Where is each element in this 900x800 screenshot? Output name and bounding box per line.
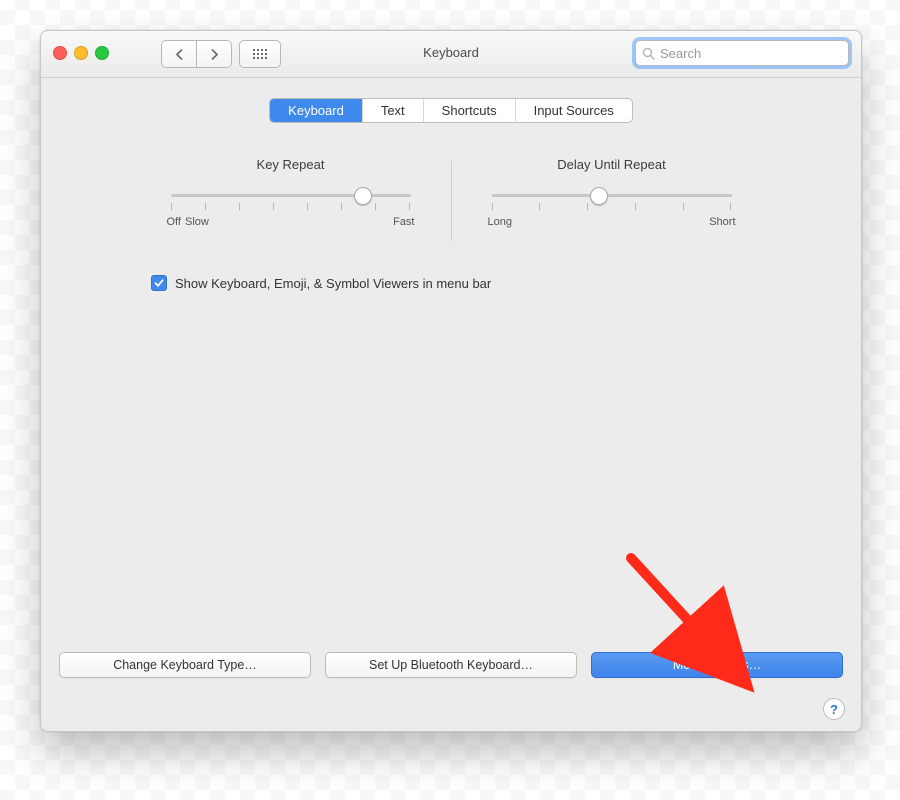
slider-track-line: [171, 194, 411, 197]
zoom-button[interactable]: [95, 46, 109, 60]
titlebar: Keyboard Search: [41, 31, 861, 78]
back-button[interactable]: [161, 40, 197, 68]
show-viewers-checkbox[interactable]: [151, 275, 167, 291]
bottom-button-row: Change Keyboard Type… Set Up Bluetooth K…: [59, 652, 843, 678]
delay-left-label: Long: [488, 216, 512, 228]
minimize-button[interactable]: [74, 46, 88, 60]
search-icon: [642, 47, 655, 60]
search-input[interactable]: Search: [635, 40, 849, 66]
slider-ticks: [171, 203, 411, 210]
key-repeat-left-label2: Slow: [185, 216, 209, 228]
preferences-window: Keyboard Search Keyboard Text Shortcuts …: [40, 30, 862, 732]
vertical-divider: [451, 161, 452, 241]
show-all-button[interactable]: [239, 40, 281, 68]
forward-button[interactable]: [197, 40, 232, 68]
show-viewers-row: Show Keyboard, Emoji, & Symbol Viewers i…: [151, 275, 843, 291]
key-repeat-block: Key Repeat Off Slow Fast: [161, 157, 421, 241]
modifier-keys-button[interactable]: Modifier Keys…: [591, 652, 843, 678]
tab-text[interactable]: Text: [363, 99, 424, 122]
chevron-left-icon: [175, 49, 184, 60]
slider-track-line: [492, 194, 732, 197]
tab-input-sources[interactable]: Input Sources: [516, 99, 632, 122]
annotation-arrow: [601, 538, 821, 732]
slider-thumb[interactable]: [354, 187, 372, 205]
tab-group: Keyboard Text Shortcuts Input Sources: [269, 98, 633, 123]
key-repeat-title: Key Repeat: [161, 157, 421, 172]
delay-slider[interactable]: [482, 186, 742, 208]
checkmark-icon: [154, 278, 164, 288]
slider-thumb[interactable]: [590, 187, 608, 205]
sliders-row: Key Repeat Off Slow Fast Del: [59, 157, 843, 241]
key-repeat-left-label: Off: [167, 216, 181, 228]
grid-icon: [253, 49, 267, 59]
tab-shortcuts[interactable]: Shortcuts: [424, 99, 516, 122]
tab-keyboard[interactable]: Keyboard: [270, 99, 363, 122]
search-placeholder: Search: [660, 46, 842, 61]
chevron-right-icon: [210, 49, 219, 60]
delay-until-repeat-block: Delay Until Repeat Long Short: [482, 157, 742, 241]
show-viewers-label: Show Keyboard, Emoji, & Symbol Viewers i…: [175, 276, 491, 291]
key-repeat-labels: Off Slow Fast: [161, 216, 421, 228]
traffic-lights: [53, 46, 109, 60]
nav-back-forward: [161, 40, 232, 68]
close-button[interactable]: [53, 46, 67, 60]
help-button[interactable]: ?: [823, 698, 845, 720]
content-area: Keyboard Text Shortcuts Input Sources Ke…: [41, 78, 861, 732]
key-repeat-right-label: Fast: [393, 216, 414, 228]
change-keyboard-type-button[interactable]: Change Keyboard Type…: [59, 652, 311, 678]
delay-right-label: Short: [709, 216, 735, 228]
delay-labels: Long Short: [482, 216, 742, 228]
delay-title: Delay Until Repeat: [482, 157, 742, 172]
setup-bluetooth-keyboard-button[interactable]: Set Up Bluetooth Keyboard…: [325, 652, 577, 678]
tab-bar: Keyboard Text Shortcuts Input Sources: [59, 98, 843, 123]
slider-ticks: [492, 203, 732, 210]
key-repeat-slider[interactable]: [161, 186, 421, 208]
